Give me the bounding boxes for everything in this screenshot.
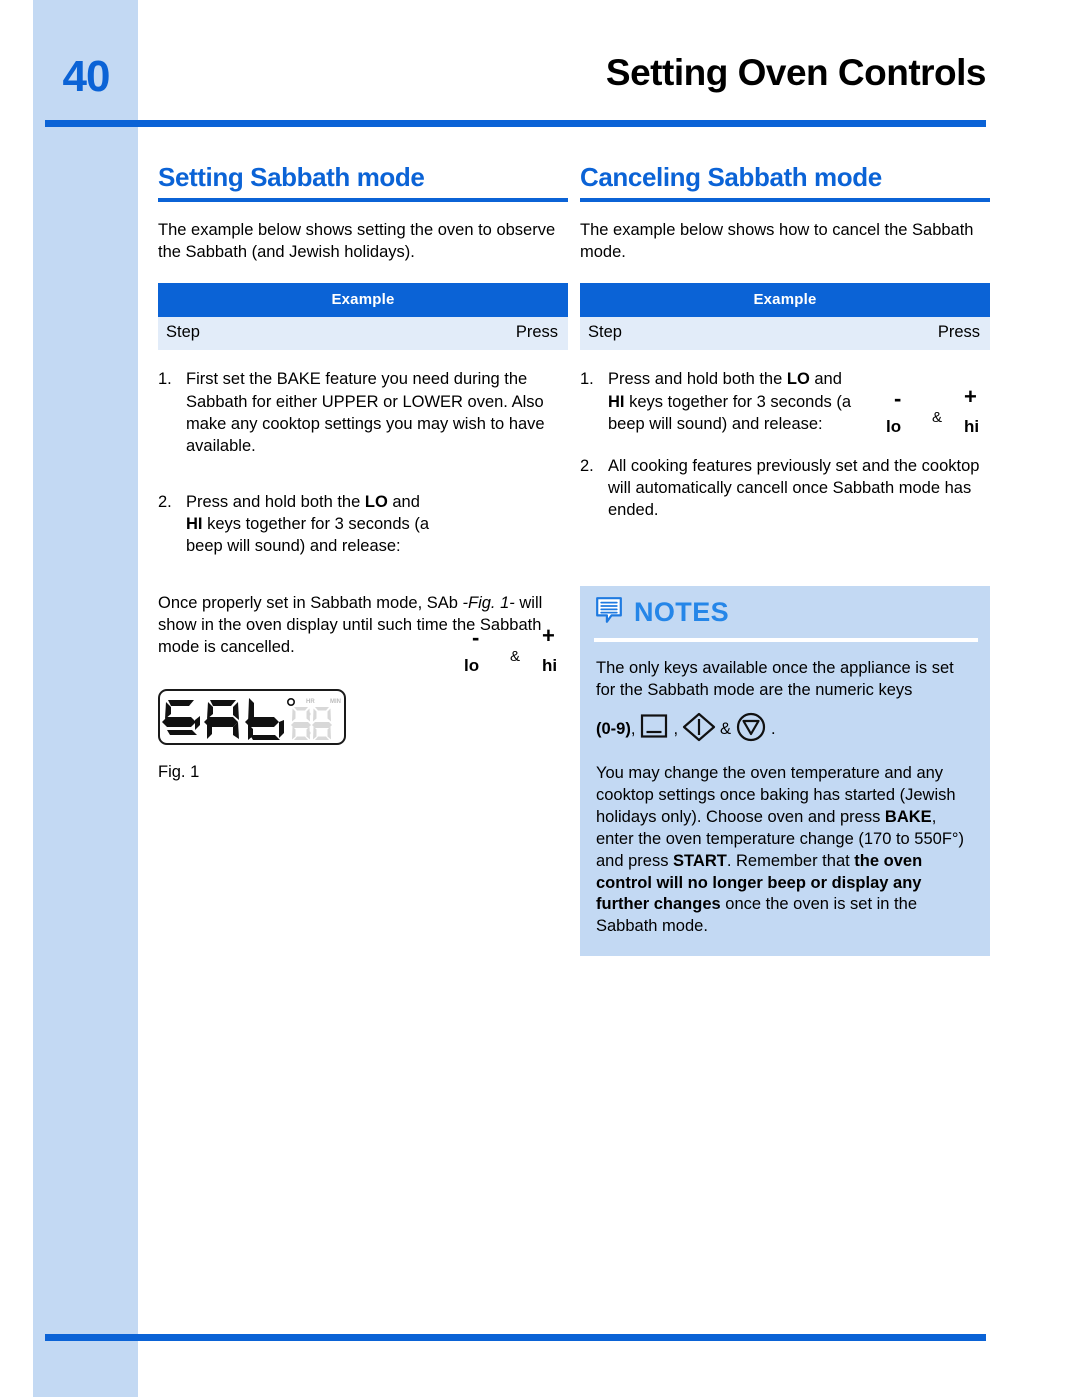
right-steps-list: 1. Press and hold both the LO and HI key… <box>580 368 990 521</box>
step-item: 1. First set the BAKE feature you need d… <box>158 368 568 456</box>
notes-paragraph-1: The only keys available once the applian… <box>596 659 954 699</box>
notes-body: The only keys available once the applian… <box>580 642 990 956</box>
hi-key-label: hi <box>542 655 558 675</box>
right-intro-text: The example below shows how to cancel th… <box>580 220 974 261</box>
numeric-keys-range: (0-9), <box>596 719 635 741</box>
plus-symbol: + <box>964 384 977 410</box>
left-intro-text: The example below shows setting the oven… <box>158 220 556 261</box>
left-col-step-label: Step <box>166 323 200 342</box>
left-section-rule <box>158 197 568 202</box>
page-title: Setting Oven Controls <box>605 52 987 93</box>
key-separator-ampersand: & <box>720 720 732 739</box>
notes-callout-box: NOTES The only keys available once the a… <box>580 586 990 957</box>
right-section-title: Canceling Sabbath mode <box>580 162 882 192</box>
footer-rule <box>45 1334 986 1341</box>
svg-text:MIN: MIN <box>330 699 341 705</box>
step-spacer <box>158 465 568 491</box>
step-text: All cooking features previously set and … <box>608 456 980 519</box>
notes-bubble-icon <box>594 595 624 630</box>
right-section-rule <box>580 197 990 202</box>
left-steps-list: 1. First set the BAKE feature you need d… <box>158 368 568 674</box>
key-line-period: . <box>771 720 776 739</box>
step-spacer <box>580 443 990 455</box>
page-number: 40 <box>62 52 111 101</box>
stop-cancel-key-icon <box>735 712 767 749</box>
step-number: 1. <box>580 370 594 389</box>
ampersand-symbol: & <box>510 647 521 665</box>
clear-off-key-icon <box>639 713 669 748</box>
plus-symbol: + <box>542 622 555 648</box>
seven-segment-display-icon: HR MIN <box>162 698 341 740</box>
left-column: Setting Sabbath mode The example below s… <box>158 162 568 782</box>
step-item: 1. Press and hold both the LO and HI key… <box>580 368 990 435</box>
notes-paragraph-2: You may change the oven temperature and … <box>596 763 964 936</box>
right-example-subheader: Step Press <box>580 317 990 351</box>
right-example-table: Example Step Press <box>580 283 990 351</box>
left-section-title: Setting Sabbath mode <box>158 162 425 192</box>
hi-key-label: hi <box>964 417 980 437</box>
step-item: 2. Press and hold both the LO and HI key… <box>158 491 568 674</box>
key-separator-comma: , <box>673 720 679 739</box>
numeric-range-bold: (0-9) <box>596 720 631 739</box>
step-text: Press and hold both the LO and HI keys t… <box>186 492 430 556</box>
numeric-range-comma: , <box>630 720 636 739</box>
notes-title: NOTES <box>634 597 730 627</box>
figure-caption: Fig. 1 <box>158 763 200 781</box>
right-example-header: Example <box>580 283 990 318</box>
lo-hi-key-art: - lo & + hi <box>880 382 998 444</box>
lo-key-label: lo <box>464 655 480 675</box>
page-side-band <box>33 0 138 1397</box>
lo-hi-key-art: - lo & + hi <box>458 621 576 683</box>
ampersand-symbol: & <box>932 409 943 427</box>
oven-display-figure: HR MIN Fig. 1 <box>158 689 568 782</box>
oven-display-panel: HR MIN <box>158 689 346 745</box>
start-key-icon <box>682 712 716 749</box>
right-col-press-label: Press <box>937 323 980 342</box>
svg-text:HR: HR <box>306 699 315 705</box>
minus-symbol: - <box>894 386 902 412</box>
minus-symbol: - <box>472 624 480 650</box>
left-example-header: Example <box>158 283 568 318</box>
left-col-press-label: Press <box>515 323 558 342</box>
step-number: 1. <box>158 370 172 389</box>
right-column: Canceling Sabbath mode The example below… <box>580 162 990 529</box>
step-item: 2. All cooking features previously set a… <box>580 455 990 521</box>
lo-key-label: lo <box>886 417 902 437</box>
step-number: 2. <box>580 456 594 475</box>
header-rule <box>45 120 986 127</box>
notes-header: NOTES <box>580 586 990 636</box>
left-example-table: Example Step Press <box>158 283 568 351</box>
step-text: First set the BAKE feature you need duri… <box>186 370 545 455</box>
notes-key-line: (0-9), , & . <box>596 712 974 749</box>
right-col-step-label: Step <box>588 323 622 342</box>
left-example-subheader: Step Press <box>158 317 568 351</box>
step-text: Press and hold both the LO and HI keys t… <box>608 370 852 433</box>
step-number: 2. <box>158 492 172 511</box>
